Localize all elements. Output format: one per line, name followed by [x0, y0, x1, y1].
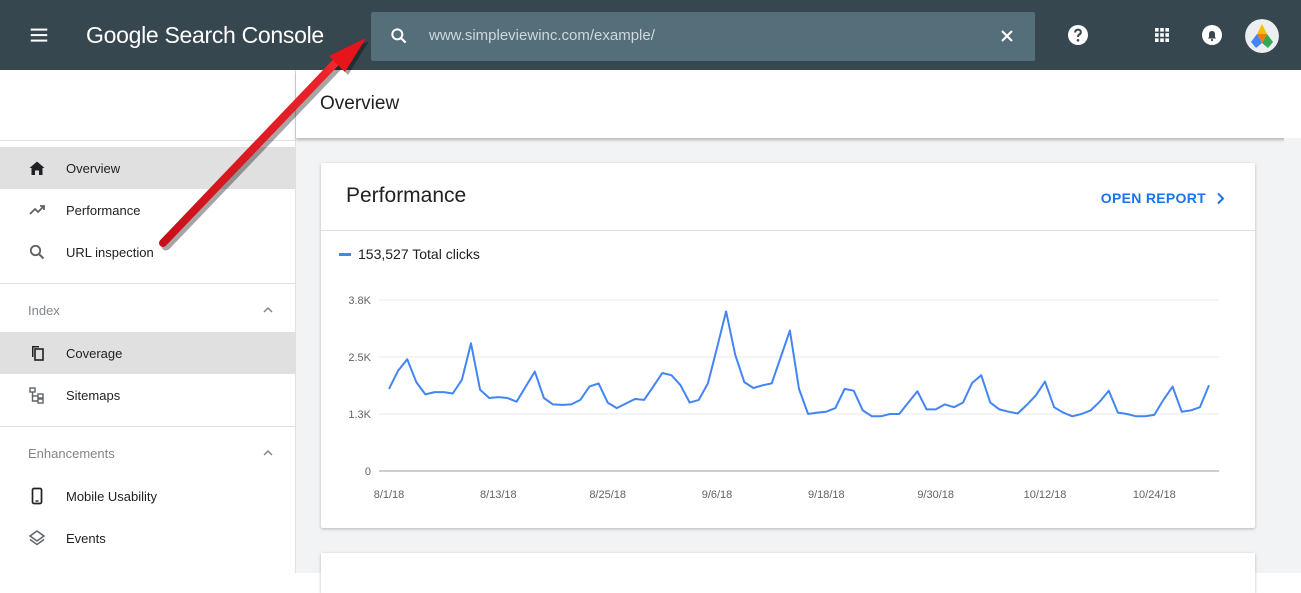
sidebar-item-mobile-usability[interactable]: Mobile Usability [0, 475, 295, 517]
layers-icon [28, 530, 46, 546]
url-inspect-search-bar[interactable]: www.simpleviewinc.com/example/ [371, 12, 1035, 61]
apps-icon[interactable] [1150, 23, 1174, 47]
phone-icon [31, 487, 43, 505]
sidebar-item-label: Coverage [66, 345, 123, 361]
copy-icon [32, 346, 44, 361]
sidebar-item-overview[interactable]: Overview [0, 147, 295, 189]
sidebar-item-events[interactable]: Events [0, 517, 295, 559]
trending-icon [29, 205, 45, 215]
chevron-up-icon [263, 306, 273, 313]
sidebar-item-sitemaps[interactable]: Sitemaps [0, 374, 295, 416]
notifications-icon[interactable] [1200, 23, 1224, 47]
search-icon [391, 28, 407, 44]
sidebar-item-label: Performance [66, 202, 141, 218]
main-content: Overview Performance OPEN REPORT 153,527… [296, 70, 1301, 593]
sidebar-item-label: Events [66, 530, 106, 546]
sidebar-item-label: Overview [66, 160, 121, 176]
sidebar-group-enhancements: Enhancements Mobile Usability Events [0, 427, 295, 569]
sidebar-item-performance[interactable]: Performance [0, 189, 295, 231]
sitemap-icon [29, 387, 44, 404]
section-header: Enhancements [28, 446, 115, 461]
close-icon[interactable] [997, 26, 1017, 46]
series-line-total-clicks[interactable] [388, 310, 1210, 418]
x-tick-label: 8/25/18 [589, 489, 626, 501]
x-tick-label: 9/6/18 [702, 489, 733, 501]
home-icon [29, 161, 45, 175]
chevron-up-icon [263, 449, 273, 456]
x-tick-label: 10/12/18 [1024, 489, 1067, 501]
x-tick-label: 9/18/18 [808, 489, 845, 501]
y-tick-label: 2.5K [348, 352, 371, 364]
search-input[interactable]: www.simpleviewinc.com/example/ [429, 27, 655, 44]
top-app-bar: Google Search Console www.simpleviewinc.… [0, 0, 1301, 70]
x-tick-label: 9/30/18 [917, 489, 954, 501]
sidebar-section-index[interactable]: Index [0, 290, 295, 332]
sidebar-item-url-inspection[interactable]: URL inspection [0, 231, 295, 273]
app-title: Google Search Console [86, 22, 324, 48]
sidebar-item-label: Mobile Usability [66, 488, 158, 504]
next-card [321, 553, 1255, 593]
sidebar-property-area [0, 70, 295, 141]
x-tick-label: 10/24/18 [1133, 489, 1176, 501]
performance-chart[interactable]: 0 1.3K 2.5K 3.8K 8/1/18 8/13/18 8/25/18 9/6/18 9… [321, 163, 1255, 528]
section-header: Index [28, 303, 60, 318]
sidebar-group-index: Index Coverage Sitemaps [0, 284, 295, 427]
sidebar-group-main: Overview Performance URL inspection [0, 141, 295, 284]
help-icon[interactable] [1066, 23, 1090, 47]
x-tick-label: 8/13/18 [480, 489, 517, 501]
avatar[interactable] [1245, 19, 1279, 53]
sidebar-section-enhancements[interactable]: Enhancements [0, 433, 295, 475]
sidebar-item-coverage[interactable]: Coverage [0, 332, 295, 374]
performance-card: Performance OPEN REPORT 153,527 Total cl… [321, 163, 1255, 528]
y-tick-label: 3.8K [348, 295, 371, 307]
y-tick-label: 1.3K [348, 409, 371, 421]
y-tick-label: 0 [365, 466, 371, 478]
search-icon [29, 244, 45, 260]
page-header: Overview [296, 70, 1301, 138]
sidebar-item-label: Sitemaps [66, 387, 121, 403]
scrollbar-track[interactable] [1284, 138, 1301, 573]
x-tick-label: 8/1/18 [374, 489, 405, 501]
menu-icon[interactable] [28, 24, 50, 46]
sidebar-item-label: URL inspection [66, 244, 154, 260]
sidebar: Overview Performance URL inspection Inde… [0, 70, 296, 573]
page-title: Overview [320, 93, 400, 114]
